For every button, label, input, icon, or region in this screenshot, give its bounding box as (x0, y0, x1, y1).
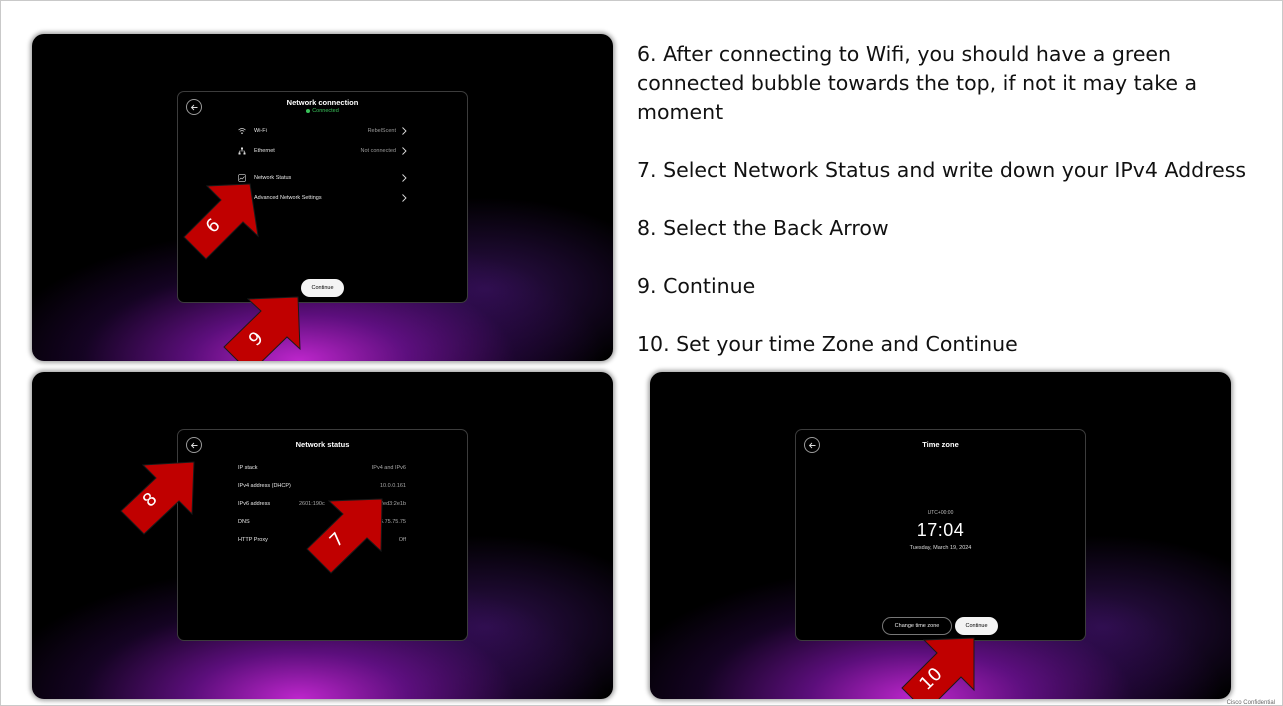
dns-value: 5.75.75.75 (380, 519, 406, 525)
http-proxy-value: Off (398, 537, 406, 543)
ipv6-value-start: 2601:190c (299, 501, 325, 507)
clock-date: Tuesday, March 19, 2024 (909, 545, 972, 551)
continue-button[interactable]: Continue (955, 617, 998, 635)
dns-row: DNS 5.75.75.75 (238, 518, 406, 528)
clock-time: 17:04 (916, 520, 965, 540)
network-status-title: Network status (295, 440, 350, 449)
chevron-right-icon (402, 194, 407, 202)
chevron-right-icon (402, 174, 407, 182)
confidential-footer: Cisco Confidential (1226, 700, 1275, 706)
callout-label-10: 10 (916, 664, 947, 695)
network-status-screenshot: Network status IP stack IPv4 and IPv6 IP… (32, 372, 613, 699)
ipv4-row: IPv4 address (DHCP) 10.0.0.161 (238, 482, 406, 492)
chevron-right-icon (402, 147, 407, 155)
time-zone-screenshot: Time zone UTC+00:00 17:04 Tuesday, March… (650, 372, 1231, 699)
instruction-10: 10. Set your time Zone and Continue (637, 332, 1018, 356)
advanced-network-settings-row[interactable]: Advanced Network Settings (238, 192, 408, 204)
time-zone-title: Time zone (922, 440, 959, 449)
instruction-8: 8. Select the Back Arrow (637, 216, 889, 240)
ipv4-label: IPv4 address (DHCP) (238, 483, 291, 489)
instruction-9: 9. Continue (637, 274, 756, 298)
wifi-row[interactable]: Wi-Fi RebelScent (238, 125, 408, 137)
network-status-row[interactable]: Network Status (238, 172, 408, 184)
ipv6-label: IPv6 address (238, 501, 271, 507)
network-status-panel: Network status IP stack IPv4 and IPv6 IP… (177, 429, 468, 641)
ethernet-icon (238, 147, 246, 155)
instructions-list: 6. After connecting to Wifi, you should … (637, 40, 1257, 388)
ip-stack-label: IP stack (238, 465, 258, 471)
ip-stack-row: IP stack IPv4 and IPv6 (238, 464, 406, 474)
connected-dot-icon (306, 108, 311, 113)
dns-label: DNS (238, 519, 250, 525)
instruction-7: 7. Select Network Status and write down … (637, 158, 1247, 182)
continue-button[interactable]: Continue (301, 279, 344, 297)
ipv6-value-end: fed3:2e1b (381, 501, 406, 507)
advanced-network-settings-label: Advanced Network Settings (254, 195, 322, 201)
ip-stack-value: IPv4 and IPv6 (371, 465, 406, 471)
ethernet-label: Ethernet (254, 148, 275, 154)
instruction-6: 6. After connecting to Wifi, you should … (637, 42, 1198, 124)
wifi-value: RebelScent (367, 128, 396, 134)
utc-offset-text: UTC+00:00 (927, 510, 954, 516)
callout-label-8: 8 (139, 489, 162, 512)
wifi-label: Wi-Fi (254, 128, 267, 134)
network-connection-title: Network connection (286, 98, 359, 107)
http-proxy-label: HTTP Proxy (238, 537, 268, 543)
ipv4-value: 10.0.0.161 (380, 483, 406, 489)
ipv6-row: IPv6 address 2601:190c fed3:2e1b (238, 500, 406, 510)
connected-status-text: Connected (312, 108, 339, 114)
network-status-icon (238, 174, 246, 182)
network-connection-screenshot: Network connection Connected Wi-Fi Rebel… (32, 34, 613, 361)
network-connection-panel: Network connection Connected Wi-Fi Rebel… (177, 91, 468, 303)
chevron-right-icon (402, 127, 407, 135)
ethernet-value: Not connected (360, 148, 396, 154)
time-zone-panel: Time zone UTC+00:00 17:04 Tuesday, March… (795, 429, 1086, 641)
wifi-icon (238, 128, 246, 134)
callout-label-9: 9 (245, 328, 268, 351)
connected-status-badge: Connected (178, 108, 467, 114)
ethernet-row[interactable]: Ethernet Not connected (238, 145, 408, 157)
change-time-zone-button[interactable]: Change time zone (882, 617, 952, 635)
network-status-label: Network Status (254, 175, 292, 181)
http-proxy-row: HTTP Proxy Off (238, 536, 406, 546)
